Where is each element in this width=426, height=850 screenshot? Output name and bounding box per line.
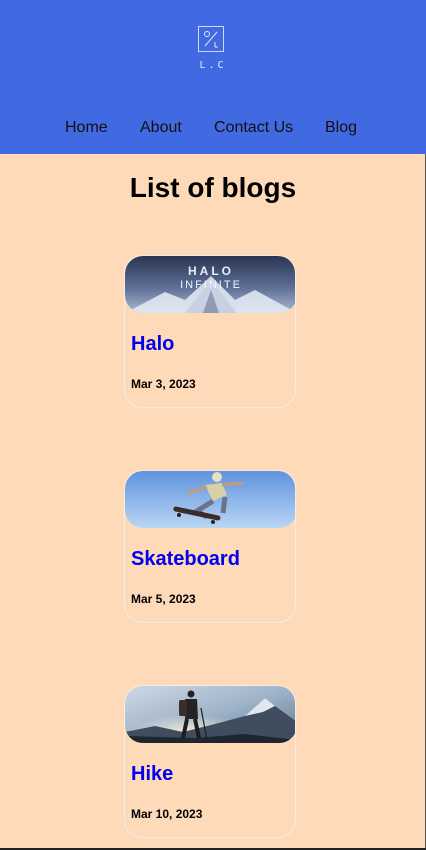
blog-card-hike[interactable]: Hike Mar 10, 2023 bbox=[124, 685, 296, 838]
nav-item-about[interactable]: About bbox=[140, 119, 182, 137]
skateboard-image bbox=[125, 471, 295, 528]
hike-image bbox=[125, 686, 295, 743]
blog-thumbnail-halo[interactable]: HALO INFINITE bbox=[125, 256, 295, 313]
blog-date: Mar 10, 2023 bbox=[131, 807, 203, 821]
page-title: List of blogs bbox=[129, 172, 297, 203]
nav-item-home[interactable]: Home bbox=[65, 119, 108, 137]
halo-sub-text: INFINITE bbox=[180, 279, 242, 291]
blog-card-skateboard[interactable]: Skateboard Mar 5, 2023 bbox=[124, 470, 296, 623]
blog-thumbnail-skateboard[interactable] bbox=[125, 471, 295, 528]
blog-date: Mar 5, 2023 bbox=[131, 592, 196, 606]
blog-card-halo[interactable]: HALO INFINITE Halo Mar 3, 2023 bbox=[124, 255, 296, 408]
halo-logo-text: HALO bbox=[188, 264, 234, 278]
blog-date: Mar 3, 2023 bbox=[131, 377, 196, 391]
logo-text: L.C bbox=[199, 60, 227, 71]
site-logo[interactable] bbox=[198, 26, 224, 52]
halo-cover-image: HALO INFINITE bbox=[125, 256, 295, 313]
blog-title-link[interactable]: Hike bbox=[131, 763, 173, 786]
nav-item-blog[interactable]: Blog bbox=[325, 119, 357, 137]
blog-thumbnail-hike[interactable] bbox=[125, 686, 295, 743]
blog-title-link[interactable]: Halo bbox=[131, 333, 174, 356]
site-header: L.C Home About Contact Us Blog bbox=[0, 0, 426, 154]
nav-item-contact-us[interactable]: Contact Us bbox=[214, 119, 293, 137]
logo-icon bbox=[204, 31, 218, 48]
blog-title-link[interactable]: Skateboard bbox=[131, 548, 240, 571]
